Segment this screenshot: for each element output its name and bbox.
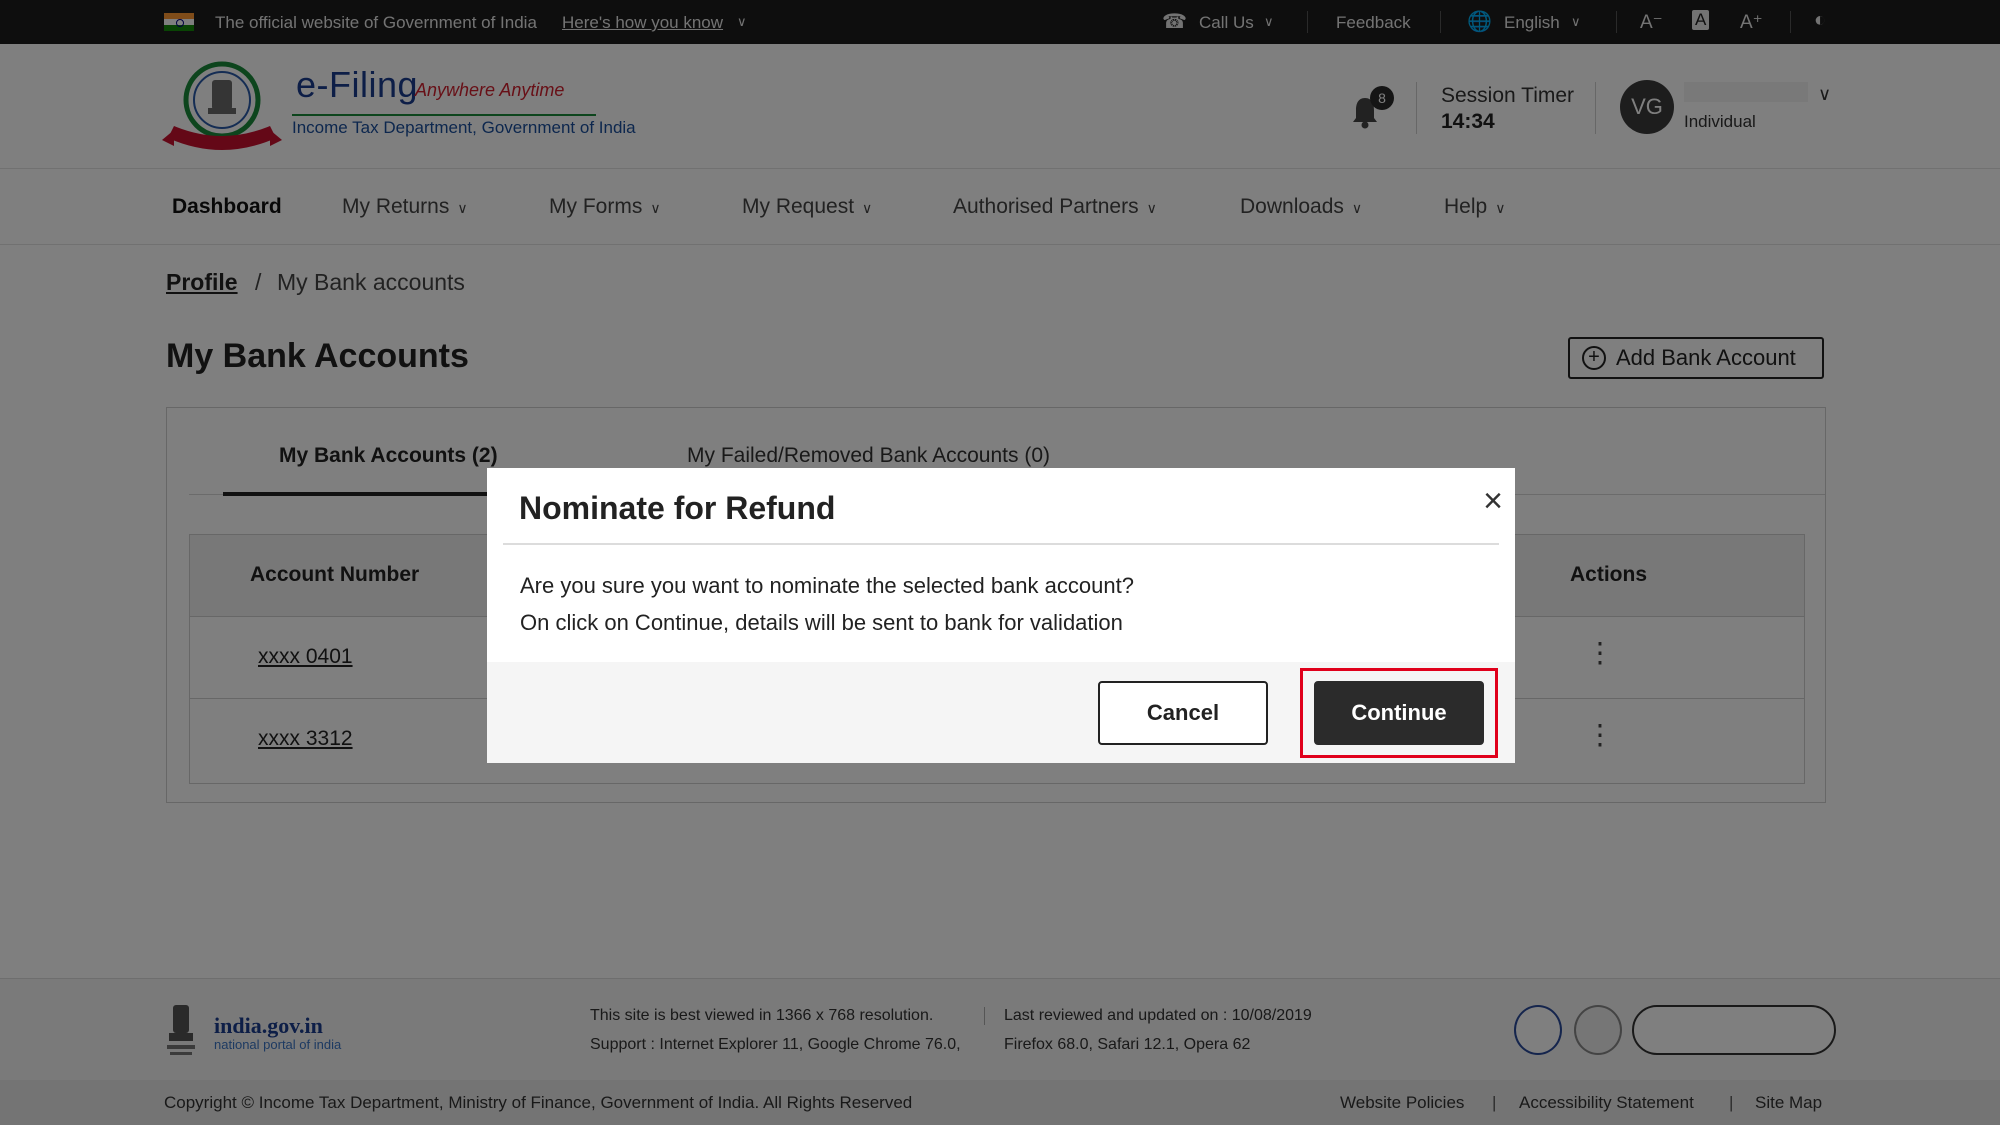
nominate-refund-dialog: Nominate for Refund × Are you sure you w… [487,468,1515,763]
dialog-message-line2: On click on Continue, details will be se… [520,610,1123,635]
dialog-footer: Cancel Continue [487,662,1515,763]
dialog-title: Nominate for Refund [519,490,836,526]
dialog-divider [503,543,1499,545]
cancel-button[interactable]: Cancel [1098,681,1268,745]
continue-button[interactable]: Continue [1314,681,1484,745]
dialog-message-line1: Are you sure you want to nominate the se… [520,573,1134,598]
close-icon[interactable]: × [1477,484,1509,518]
